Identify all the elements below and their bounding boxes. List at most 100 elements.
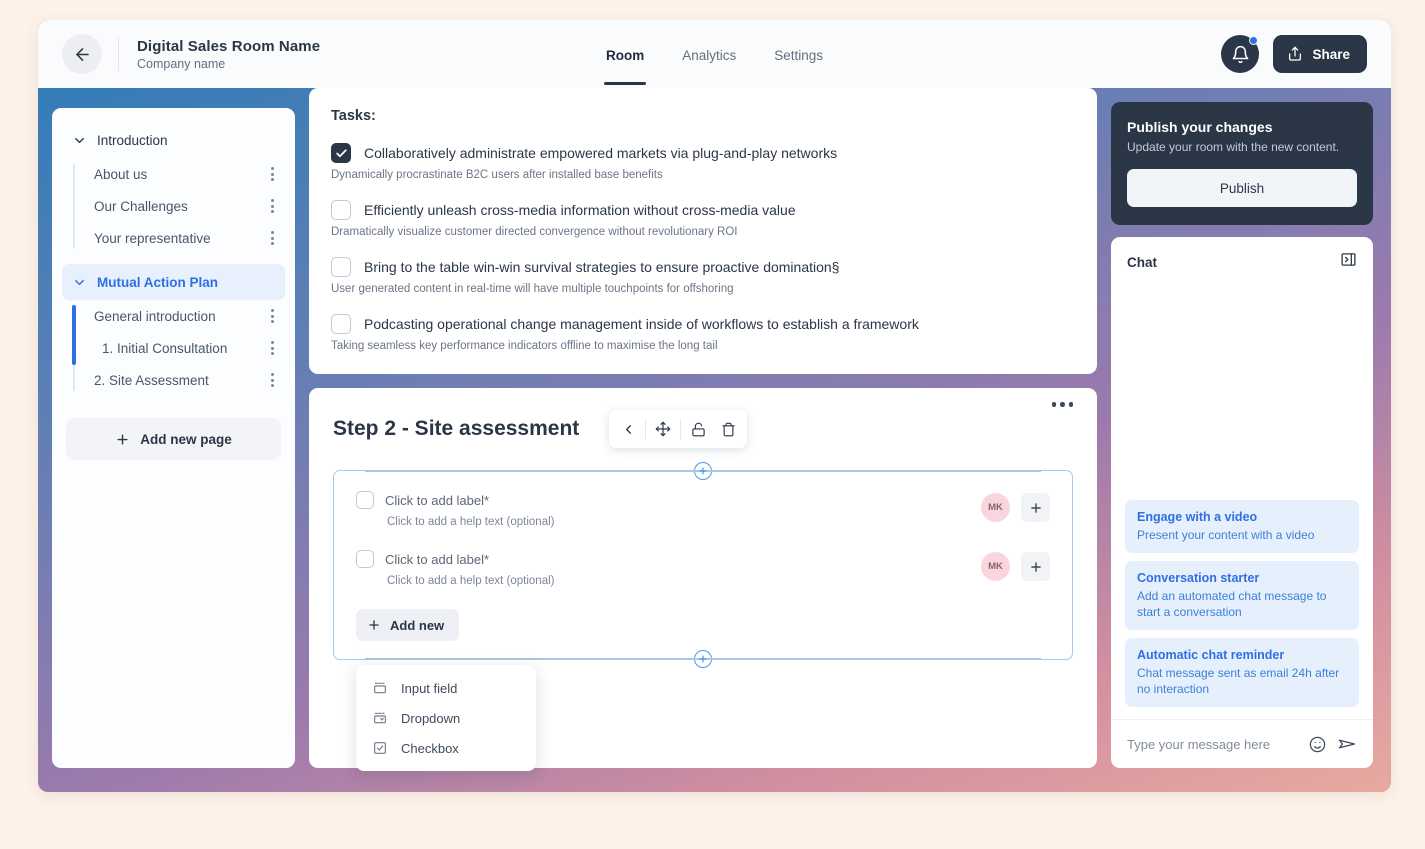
item-options-icon[interactable] — [266, 193, 279, 219]
trash-icon — [722, 422, 735, 436]
task-label: Bring to the table win-win survival stra… — [364, 259, 840, 275]
check-icon — [335, 148, 347, 157]
tab-analytics[interactable]: Analytics — [680, 24, 738, 85]
task-item: Bring to the table win-win survival stra… — [331, 257, 1075, 295]
unlock-button[interactable] — [683, 414, 713, 444]
sidebar-item-general-introduction[interactable]: General introduction — [82, 300, 285, 332]
emoji-button[interactable] — [1308, 735, 1327, 754]
chat-collapse-button[interactable] — [1340, 251, 1357, 273]
tab-room[interactable]: Room — [603, 24, 647, 85]
header-divider — [118, 37, 119, 71]
insert-block-above-handle[interactable] — [365, 462, 1041, 480]
company-name: Company name — [137, 56, 226, 71]
item-options-icon[interactable] — [266, 303, 279, 329]
insert-block-below-handle[interactable] — [365, 650, 1041, 668]
smiley-icon — [1309, 736, 1326, 752]
sidebar-item-about-us[interactable]: About us — [82, 158, 285, 190]
item-options-icon[interactable] — [266, 161, 279, 187]
block-toolbar — [609, 410, 748, 448]
field-label[interactable]: Click to add label* — [385, 552, 489, 567]
sidebar-children-mutual-action-plan: General introduction 1. Initial Consulta… — [62, 300, 285, 396]
sidebar-item-initial-consultation[interactable]: 1. Initial Consultation — [82, 332, 285, 364]
task-help-text: Dynamically procrastinate B2C users afte… — [331, 169, 663, 181]
drag-move-button[interactable] — [648, 414, 678, 444]
publish-title: Publish your changes — [1127, 119, 1273, 135]
task-checkbox[interactable] — [331, 200, 351, 220]
sidebar-item-your-representative[interactable]: Your representative — [82, 222, 285, 254]
sidebar-item-our-challenges[interactable]: Our Challenges — [82, 190, 285, 222]
delete-button[interactable] — [713, 414, 743, 444]
dropdown-icon — [374, 712, 386, 724]
chat-message-area — [1111, 283, 1373, 500]
step-header: Step 2 - Site assessment — [333, 410, 1073, 448]
assign-user-button[interactable] — [1021, 493, 1050, 522]
task-help-text: User generated content in real-time will… — [331, 283, 734, 295]
back-button[interactable] — [62, 34, 102, 74]
dropdown-option-checkbox[interactable]: Checkbox — [356, 733, 536, 763]
field-label[interactable]: Click to add label* — [385, 493, 489, 508]
suggestion-title: Engage with a video — [1137, 510, 1258, 524]
suggestion-title: Conversation starter — [1137, 571, 1260, 585]
add-new-page-button[interactable]: Add new page — [66, 418, 281, 460]
send-button[interactable] — [1337, 734, 1357, 754]
tasks-card: Tasks: Collaboratively administrate empo… — [309, 88, 1097, 374]
collapse-button[interactable] — [613, 414, 643, 444]
field-content: Click to add label* Click to add a help … — [356, 550, 981, 587]
active-section-indicator — [72, 305, 76, 365]
suggestion-description: Chat message sent as email 24h after no … — [1137, 666, 1340, 696]
plus-icon — [699, 467, 707, 475]
task-checkbox[interactable] — [331, 143, 351, 163]
task-item: Efficiently unleash cross-media informat… — [331, 200, 1075, 238]
tab-settings[interactable]: Settings — [772, 24, 825, 85]
suggestion-engage-with-a-video[interactable]: Engage with a video Present your content… — [1125, 500, 1359, 553]
chat-header: Chat — [1111, 237, 1373, 283]
chat-input[interactable]: Type your message here — [1127, 737, 1298, 752]
suggestion-conversation-starter[interactable]: Conversation starter Add an automated ch… — [1125, 561, 1359, 630]
notifications-button[interactable] — [1221, 35, 1260, 73]
sidebar-item-label: About us — [94, 166, 148, 182]
publish-button[interactable]: Publish — [1127, 169, 1357, 207]
share-button[interactable]: Share — [1273, 35, 1367, 73]
dropdown-option-input-field[interactable]: Input field — [356, 673, 536, 703]
plus-icon — [1030, 502, 1041, 513]
chevron-left-icon — [625, 424, 631, 434]
sidebar-group-label: Introduction — [97, 132, 168, 148]
chat-panel: Chat Engage with a video Present your co… — [1111, 237, 1373, 768]
panel-collapse-icon — [1341, 253, 1356, 266]
send-icon — [1338, 739, 1356, 749]
workspace: Introduction About us Our Challenges You… — [38, 88, 1391, 792]
sidebar-item-site-assessment[interactable]: 2. Site Assessment — [82, 364, 285, 396]
suggestion-description: Present your content with a video — [1137, 528, 1315, 542]
item-options-icon[interactable] — [266, 335, 279, 361]
field-help-text[interactable]: Click to add a help text (optional) — [356, 575, 981, 587]
share-label: Share — [1312, 46, 1350, 62]
input-field-icon — [374, 682, 386, 694]
dropdown-option-label: Checkbox — [401, 740, 459, 756]
task-checkbox[interactable] — [331, 314, 351, 334]
sidebar-group-label: Mutual Action Plan — [97, 274, 218, 290]
field-actions: MK — [981, 550, 1050, 581]
dropdown-option-dropdown[interactable]: Dropdown — [356, 703, 536, 733]
task-checkbox[interactable] — [331, 257, 351, 277]
field-help-text[interactable]: Click to add a help text (optional) — [356, 516, 981, 528]
task-label: Podcasting operational change management… — [364, 316, 919, 332]
content-column: Tasks: Collaboratively administrate empo… — [309, 88, 1097, 771]
sidebar-group-mutual-action-plan[interactable]: Mutual Action Plan — [62, 264, 285, 300]
page-root: Digital Sales Room Name Company name Roo… — [0, 0, 1425, 849]
right-panel: Publish your changes Update your room wi… — [1111, 102, 1373, 768]
item-options-icon[interactable] — [266, 367, 279, 393]
sidebar-item-label: Our Challenges — [94, 198, 188, 214]
toolbar-separator — [645, 419, 647, 439]
field-checkbox[interactable] — [356, 491, 374, 509]
add-new-field-button[interactable]: Add new — [356, 609, 460, 641]
sidebar-children-introduction: About us Our Challenges Your representat… — [62, 158, 285, 254]
field-checkbox[interactable] — [356, 550, 374, 568]
field-actions: MK — [981, 491, 1050, 522]
item-options-icon[interactable] — [266, 225, 279, 251]
assign-user-button[interactable] — [1021, 552, 1050, 581]
sidebar-group-introduction[interactable]: Introduction — [62, 122, 285, 158]
sidebar-item-label: 1. Initial Consultation — [102, 340, 228, 356]
step-more-options-button[interactable] — [1051, 402, 1073, 407]
plus-icon — [369, 620, 379, 630]
suggestion-automatic-chat-reminder[interactable]: Automatic chat reminder Chat message sen… — [1125, 638, 1359, 707]
